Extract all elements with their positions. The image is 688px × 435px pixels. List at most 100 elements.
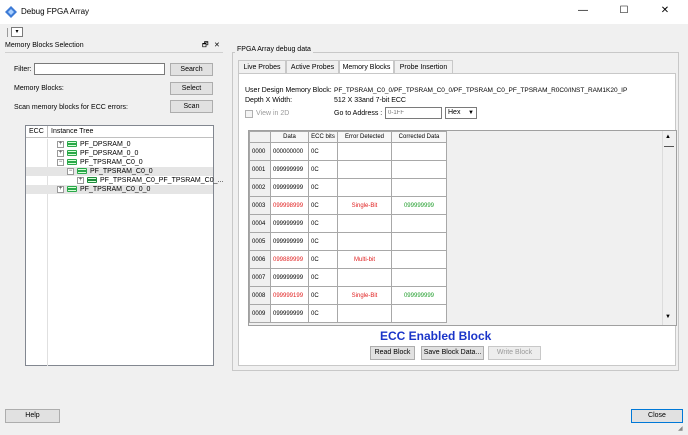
corrected-data-cell[interactable]: [391, 304, 447, 323]
scan-button[interactable]: Scan: [170, 100, 213, 113]
ecc-bits-cell[interactable]: 0C: [308, 196, 338, 215]
address-cell[interactable]: 0000: [249, 142, 271, 161]
ecc-bits-cell[interactable]: 0C: [308, 268, 338, 287]
corrected-data-cell[interactable]: [391, 160, 447, 179]
tree-item-pf-tpsram-c0-0-0[interactable]: + PF_TPSRAM_C0_0_0: [26, 185, 213, 194]
scroll-up-icon[interactable]: ▲: [665, 134, 671, 140]
instance-column-header[interactable]: Instance Tree: [48, 126, 213, 138]
corrected-data-cell[interactable]: [391, 232, 447, 251]
tab-active-probes[interactable]: Active Probes: [286, 60, 339, 73]
collapse-icon[interactable]: −: [57, 158, 64, 166]
data-cell[interactable]: 099999199: [270, 286, 309, 305]
filter-input[interactable]: [34, 63, 165, 75]
ecc-bits-cell[interactable]: 0C: [308, 232, 338, 251]
table-row[interactable]: 0004 099999999 0C: [249, 214, 447, 233]
address-cell[interactable]: 0006: [249, 250, 271, 269]
table-row[interactable]: 0007 099999999 0C: [249, 268, 447, 287]
view-in-2d-checkbox[interactable]: [245, 110, 253, 118]
tab-live-probes[interactable]: Live Probes: [238, 60, 286, 73]
ecc-bits-cell[interactable]: 0C: [308, 304, 338, 323]
table-row[interactable]: 0000 000000000 0C: [249, 142, 447, 161]
search-button[interactable]: Search: [170, 63, 213, 76]
close-window-button[interactable]: ✕: [645, 0, 685, 22]
save-block-data-button[interactable]: Save Block Data...: [421, 346, 484, 360]
address-cell[interactable]: 0001: [249, 160, 271, 179]
data-cell[interactable]: 099998999: [270, 196, 309, 215]
close-panel-icon[interactable]: ✕: [214, 41, 220, 49]
tab-memory-blocks[interactable]: Memory Blocks: [339, 60, 394, 74]
data-cell[interactable]: 099999999: [270, 178, 309, 197]
close-button[interactable]: Close: [631, 409, 683, 423]
tree-item-pf-tpsram-instance[interactable]: + PF_TPSRAM_C0_PF_TPSRAM_C0_...: [77, 176, 223, 185]
read-block-button[interactable]: Read Block: [370, 346, 415, 360]
collapse-icon[interactable]: −: [67, 167, 74, 175]
error-detected-cell[interactable]: [337, 304, 392, 323]
expand-icon[interactable]: +: [57, 185, 64, 193]
error-detected-cell[interactable]: [337, 142, 392, 161]
toolbar-dropdown-button[interactable]: ▾: [11, 27, 23, 37]
instance-tree[interactable]: ECC Instance Tree + PF_DPSRAM_0 + PF_DPSRA…: [25, 125, 223, 366]
ecc-bits-cell[interactable]: 0C: [308, 250, 338, 269]
corrected-data-cell[interactable]: [391, 214, 447, 233]
address-cell[interactable]: 0004: [249, 214, 271, 233]
address-cell[interactable]: 0005: [249, 232, 271, 251]
corrected-data-cell[interactable]: [391, 268, 447, 287]
corrected-data-cell[interactable]: 099999999: [391, 196, 447, 215]
expand-icon[interactable]: +: [57, 149, 64, 157]
column-header-ecc-bits[interactable]: ECC bits: [308, 131, 338, 143]
table-row[interactable]: 0008 099999199 0C Single-Bit 099999999: [249, 286, 447, 305]
expand-icon[interactable]: +: [77, 176, 84, 184]
error-detected-cell[interactable]: Single-Bit: [337, 286, 392, 305]
column-header-corrected-data[interactable]: Corrected Data: [391, 131, 447, 143]
ecc-bits-cell[interactable]: 0C: [308, 160, 338, 179]
error-detected-cell[interactable]: [337, 232, 392, 251]
ecc-bits-cell[interactable]: 0C: [308, 286, 338, 305]
address-cell[interactable]: 0007: [249, 268, 271, 287]
data-cell[interactable]: 099999999: [270, 232, 309, 251]
maximize-button[interactable]: ☐: [604, 0, 644, 22]
table-row[interactable]: 0001 099999999 0C: [249, 160, 447, 179]
ecc-bits-cell[interactable]: 0C: [308, 178, 338, 197]
table-row[interactable]: 0009 099999999 0C: [249, 304, 447, 323]
radix-select[interactable]: Hex ▼: [445, 107, 477, 119]
data-cell[interactable]: 099889999: [270, 250, 309, 269]
tree-item-pf-tpsram-c0-0[interactable]: − PF_TPSRAM_C0_0: [57, 158, 143, 167]
ecc-bits-cell[interactable]: 0C: [308, 142, 338, 161]
error-detected-cell[interactable]: [337, 214, 392, 233]
corrected-data-cell[interactable]: [391, 250, 447, 269]
scroll-thumb[interactable]: [664, 146, 674, 147]
address-cell[interactable]: 0002: [249, 178, 271, 197]
column-header-error-detected[interactable]: Error Detected: [337, 131, 392, 143]
corrected-data-cell[interactable]: [391, 142, 447, 161]
error-detected-cell[interactable]: [337, 178, 392, 197]
address-cell[interactable]: 0003: [249, 196, 271, 215]
error-detected-cell[interactable]: Multi-bit: [337, 250, 392, 269]
data-cell[interactable]: 099999999: [270, 304, 309, 323]
tree-item-pf-dpsram-0[interactable]: + PF_DPSRAM_0: [57, 140, 131, 149]
table-row[interactable]: 0003 099998999 0C Single-Bit 099999999: [249, 196, 447, 215]
tree-item-pf-tpsram-c0-0-child[interactable]: − PF_TPSRAM_C0_0: [26, 167, 213, 176]
resize-grip-icon[interactable]: ◢: [678, 425, 686, 433]
ecc-bits-cell[interactable]: 0C: [308, 214, 338, 233]
select-button[interactable]: Select: [170, 82, 213, 95]
memory-grid[interactable]: Data ECC bits Error Detected Corrected D…: [248, 130, 677, 326]
grid-scrollbar[interactable]: ▲ ▼: [662, 131, 675, 325]
error-detected-cell[interactable]: Single-Bit: [337, 196, 392, 215]
error-detected-cell[interactable]: [337, 160, 392, 179]
data-cell[interactable]: 000000000: [270, 142, 309, 161]
data-cell[interactable]: 099999999: [270, 160, 309, 179]
minimize-button[interactable]: —: [563, 0, 603, 22]
table-row[interactable]: 0002 099999999 0C: [249, 178, 447, 197]
table-row[interactable]: 0005 099999999 0C: [249, 232, 447, 251]
write-block-button[interactable]: Write Block: [488, 346, 541, 360]
error-detected-cell[interactable]: [337, 268, 392, 287]
address-cell[interactable]: 0008: [249, 286, 271, 305]
data-cell[interactable]: 099999999: [270, 268, 309, 287]
float-panel-icon[interactable]: 🗗: [202, 41, 209, 52]
tab-probe-insertion[interactable]: Probe Insertion: [394, 60, 453, 73]
column-header-data[interactable]: Data: [270, 131, 309, 143]
help-button[interactable]: Help: [5, 409, 60, 423]
goto-address-input[interactable]: [385, 107, 442, 119]
data-cell[interactable]: 099999999: [270, 214, 309, 233]
scroll-down-icon[interactable]: ▼: [665, 314, 671, 320]
